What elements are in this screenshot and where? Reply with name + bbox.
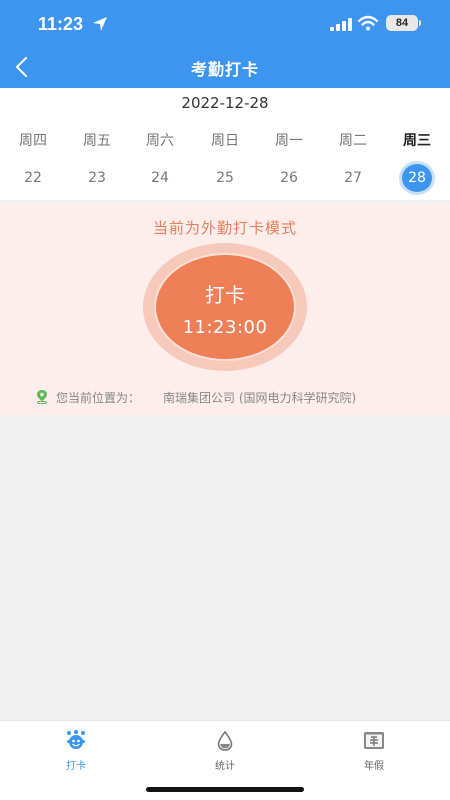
page-title: 考勤打卡 <box>190 60 259 79</box>
punch-button-label: 打卡 <box>205 283 245 307</box>
tab-checkin[interactable]: 打卡 <box>36 729 116 779</box>
header: 11:23 84 考勤打卡 <box>0 0 450 88</box>
tab-annual-leave[interactable]: 年假 <box>334 729 414 779</box>
tab-label: 统计 <box>215 761 235 772</box>
calendar-strip: 2022-12-28 周四 周五 周六 周日 周一 周二 周三 22 23 24… <box>0 88 450 200</box>
day-cell[interactable]: 27 <box>321 164 385 192</box>
tab-label: 打卡 <box>66 761 86 772</box>
selected-day-badge: 28 <box>402 164 432 192</box>
day-cell[interactable]: 25 <box>193 164 257 192</box>
weekday-label: 周一 <box>275 133 303 149</box>
weekday-label: 周四 <box>19 133 47 149</box>
punch-button[interactable]: 打卡 11:23:00 <box>154 253 296 361</box>
punch-button-time: 11:23:00 <box>182 317 268 338</box>
signal-icon <box>330 18 352 31</box>
day-cell[interactable]: 24 <box>128 164 192 192</box>
location-label: 您当前位置为： <box>56 391 141 405</box>
home-indicator <box>146 787 304 792</box>
location-value: 南瑞集团公司 (国网电力科学研究院) <box>163 391 357 405</box>
battery-indicator: 84 <box>386 15 421 31</box>
current-date: 2022-12-28 <box>181 94 269 112</box>
weekday-row: 周四 周五 周六 周日 周一 周二 周三 <box>0 130 450 152</box>
location-arrow-icon <box>93 17 107 31</box>
weekday-label-selected: 周三 <box>403 133 431 149</box>
status-bar: 11:23 84 <box>0 0 450 46</box>
location-pin-icon <box>37 390 47 404</box>
weekday-label: 周二 <box>339 133 367 149</box>
day-cell-selected[interactable]: 28 <box>385 164 449 192</box>
checkin-panel: 当前为外勤打卡模式 打卡 11:23:00 您当前位置为： 南瑞集团公司 (国网… <box>0 205 450 415</box>
weekday-label: 周六 <box>146 133 174 149</box>
checkin-icon <box>67 730 85 749</box>
tab-label: 年假 <box>364 761 384 772</box>
tab-stats[interactable]: 统计 <box>185 729 265 779</box>
weekday-label: 周五 <box>83 133 111 149</box>
status-time: 11:23 <box>38 14 84 34</box>
annual-leave-icon <box>364 732 384 749</box>
stats-icon <box>217 730 233 751</box>
weekday-label: 周日 <box>211 133 239 149</box>
day-cell[interactable]: 23 <box>65 164 129 192</box>
day-cell[interactable]: 26 <box>257 164 321 192</box>
checkin-mode-text: 当前为外勤打卡模式 <box>152 219 297 237</box>
wifi-icon <box>358 15 378 31</box>
day-cell[interactable]: 22 <box>1 164 65 192</box>
day-row: 22 23 24 25 26 27 28 <box>0 164 450 192</box>
